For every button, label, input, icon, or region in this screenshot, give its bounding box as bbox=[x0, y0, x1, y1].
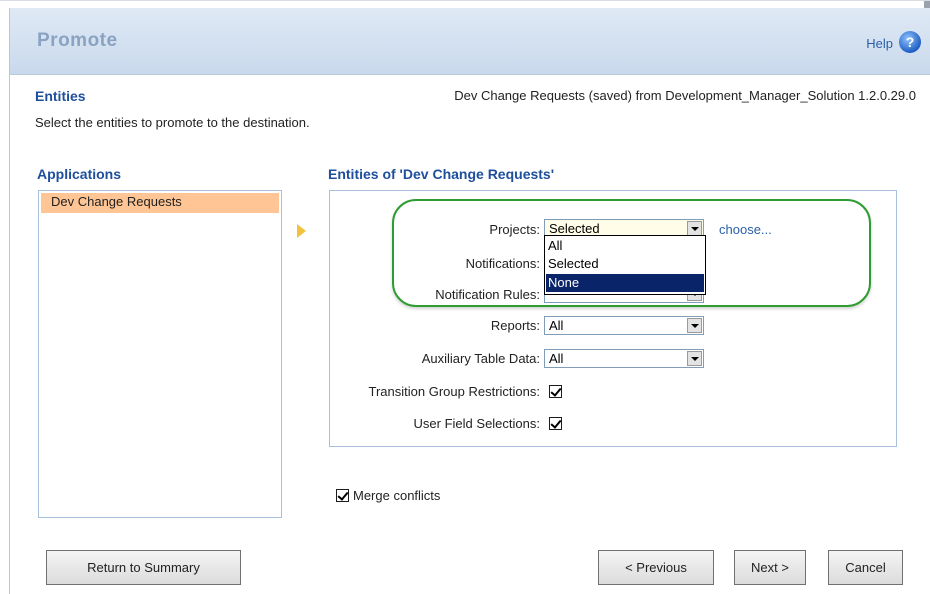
auxiliary-select-value: All bbox=[549, 351, 564, 366]
notification-rules-label: Notification Rules: bbox=[435, 287, 540, 302]
list-item[interactable]: Dev Change Requests bbox=[41, 193, 279, 213]
entities-heading: Entities of 'Dev Change Requests' bbox=[328, 166, 555, 182]
dropdown-option-selected[interactable]: Selected bbox=[546, 255, 704, 273]
chevron-down-icon[interactable] bbox=[687, 351, 702, 366]
notifications-label: Notifications: bbox=[465, 256, 540, 271]
previous-button[interactable]: < Previous bbox=[598, 550, 714, 585]
reports-label: Reports: bbox=[490, 318, 540, 333]
dropdown-option-all[interactable]: All bbox=[546, 237, 704, 255]
page-title: Promote bbox=[37, 30, 118, 51]
instruction-text: Select the entities to promote to the de… bbox=[35, 115, 310, 130]
projects-select-value: Selected bbox=[549, 221, 600, 236]
user-field-label: User Field Selections: bbox=[413, 416, 540, 431]
auxiliary-label: Auxiliary Table Data: bbox=[421, 351, 540, 366]
auxiliary-select[interactable]: All bbox=[544, 349, 704, 368]
help-icon[interactable]: ? bbox=[899, 31, 921, 53]
applications-heading: Applications bbox=[37, 166, 122, 182]
user-field-checkbox[interactable] bbox=[549, 417, 562, 430]
return-to-summary-button[interactable]: Return to Summary bbox=[46, 550, 241, 585]
choose-link[interactable]: choose... bbox=[719, 222, 772, 237]
projects-label: Projects: bbox=[489, 222, 540, 237]
arrow-right-icon bbox=[297, 224, 306, 238]
dropdown-option-none[interactable]: None bbox=[546, 274, 704, 292]
next-button[interactable]: Next > bbox=[734, 550, 806, 585]
reports-select[interactable]: All bbox=[544, 316, 704, 335]
applications-list[interactable]: Dev Change Requests bbox=[38, 190, 282, 518]
chevron-down-icon[interactable] bbox=[687, 318, 702, 333]
reports-select-value: All bbox=[549, 318, 564, 333]
projects-dropdown-list[interactable]: All Selected None bbox=[544, 235, 706, 295]
transition-group-checkbox[interactable] bbox=[549, 385, 562, 398]
merge-conflicts-label: Merge conflicts bbox=[353, 488, 441, 503]
section-title: Entities bbox=[35, 88, 86, 104]
cancel-button[interactable]: Cancel bbox=[828, 550, 903, 585]
chevron-down-icon[interactable] bbox=[687, 221, 702, 236]
source-description: Dev Change Requests (saved) from Develop… bbox=[454, 88, 916, 103]
merge-conflicts-checkbox[interactable] bbox=[336, 489, 349, 502]
transition-group-label: Transition Group Restrictions: bbox=[368, 384, 540, 399]
dialog-header: Promote Help ? bbox=[10, 8, 930, 75]
help-link[interactable]: Help bbox=[866, 36, 893, 51]
